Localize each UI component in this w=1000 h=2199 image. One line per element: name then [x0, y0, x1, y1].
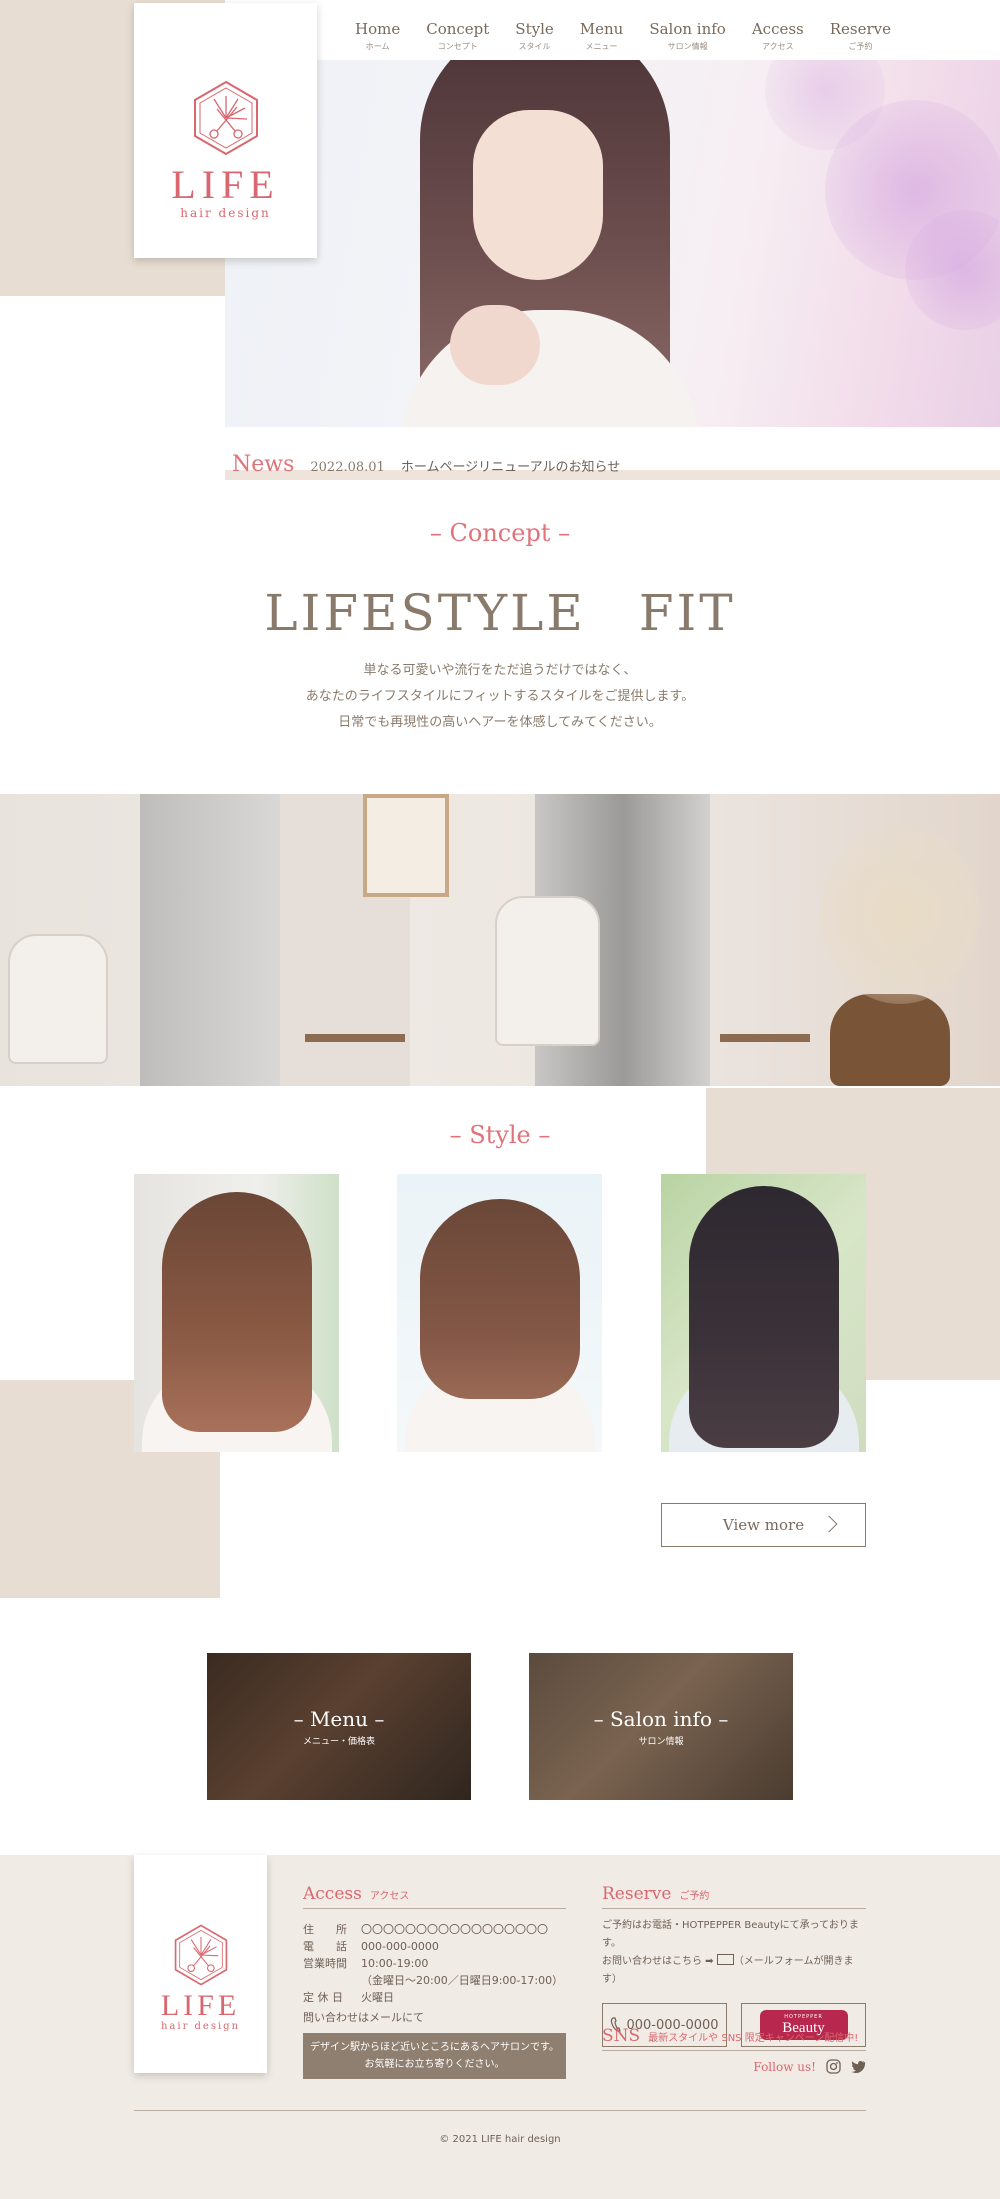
news-text[interactable]: ホームページリニューアルのお知らせ — [401, 456, 620, 475]
style-photo-1[interactable] — [134, 1174, 339, 1452]
access-heading: Access — [303, 1884, 362, 1904]
scissors-logo-icon — [174, 1924, 227, 1986]
menu-card[interactable]: – Menu – メニュー・価格表 — [207, 1653, 471, 1800]
twitter-icon[interactable] — [851, 2060, 866, 2073]
style-photo-2[interactable] — [397, 1174, 602, 1452]
hero-image — [225, 60, 1000, 427]
nav-home[interactable]: Home ホーム — [355, 20, 400, 52]
copyright: © 2021 LIFE hair design — [439, 2134, 561, 2145]
logo[interactable]: LIFE hair design — [134, 3, 317, 258]
reserve-heading: Reserve — [602, 1884, 672, 1904]
view-more-button[interactable]: View more — [661, 1503, 866, 1547]
concept-description: 単なる可愛いや流行をただ追うだけではなく、 あなたのライフスタイルにフィットする… — [305, 663, 695, 730]
main-nav: Home ホーム Concept コンセプト Style スタイル Menu メニュー … — [355, 20, 891, 52]
nav-concept[interactable]: Concept コンセプト — [426, 20, 489, 52]
scissors-logo-icon — [193, 80, 258, 156]
footer-reserve: Reserve ご予約 ご予約はお電話・HOTPEPPER Beautyにて承っ… — [602, 1884, 866, 2047]
concept-title: – Concept – — [429, 519, 571, 547]
logo-text: LIFE — [171, 162, 280, 207]
chevron-right-icon — [820, 1515, 838, 1533]
access-message-box: デザイン駅からほど近いところにあるヘアサロンです。 お気軽にお立ち寄りください。 — [303, 2033, 566, 2079]
nav-reserve[interactable]: Reserve ご予約 — [830, 20, 891, 52]
style-title: – Style – — [449, 1121, 551, 1149]
instagram-icon[interactable] — [826, 2059, 841, 2074]
access-info: 住 所〇〇〇〇〇〇〇〇〇〇〇〇〇〇〇〇〇 電 話 000-000-0000 営業時… — [303, 1923, 564, 2004]
mail-icon[interactable] — [716, 1954, 734, 1965]
footer-logo[interactable]: LIFE hair design — [134, 1855, 267, 2073]
access-note: 問い合わせはメールにて — [303, 2011, 424, 2024]
nav-access[interactable]: Access アクセス — [752, 20, 804, 52]
style-photo-3[interactable] — [661, 1174, 866, 1452]
follow-label: Follow us! — [753, 2059, 816, 2074]
concept-catchphrase: LIFESTYLE FIT — [264, 584, 736, 642]
news-label: News — [232, 452, 295, 477]
logo-tagline: hair design — [180, 206, 271, 220]
salon-interior-image — [0, 794, 1000, 1086]
footer-divider — [134, 2110, 866, 2111]
footer-sns: SNS 最新スタイルや SNS 限定キャンペーン配信中! Follow us! — [602, 2026, 866, 2074]
nav-salon-info[interactable]: Salon info サロン情報 — [649, 20, 726, 52]
news-item[interactable]: News 2022.08.01 ホームページリニューアルのお知らせ — [232, 452, 620, 477]
salon-info-card[interactable]: – Salon info – サロン情報 — [529, 1653, 793, 1800]
sns-heading: SNS — [602, 2026, 641, 2046]
nav-menu[interactable]: Menu メニュー — [580, 20, 624, 52]
footer-access: Access アクセス 住 所〇〇〇〇〇〇〇〇〇〇〇〇〇〇〇〇〇 電 話 000-… — [303, 1884, 566, 2079]
news-date: 2022.08.01 — [310, 460, 385, 475]
nav-style[interactable]: Style スタイル — [515, 20, 553, 52]
